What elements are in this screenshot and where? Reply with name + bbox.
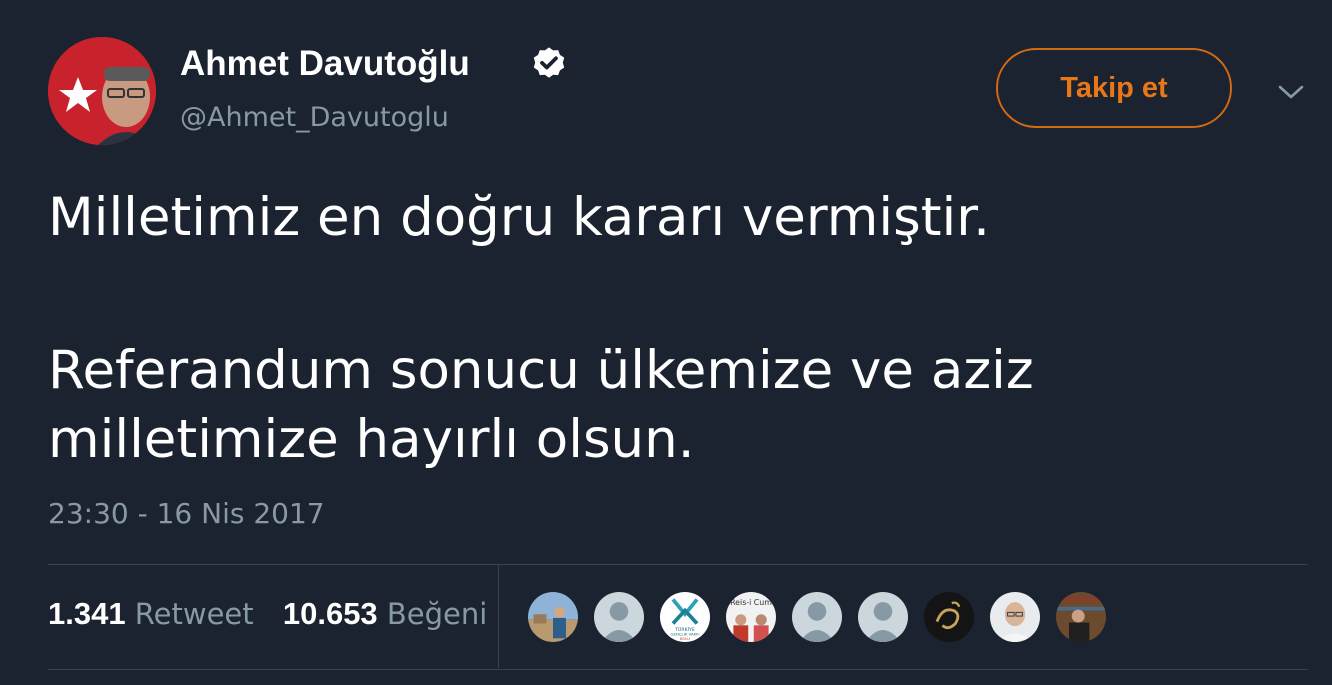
liker-avatar[interactable]: [1054, 590, 1108, 644]
liker-avatar[interactable]: [988, 590, 1042, 644]
default-avatar-icon: [858, 592, 908, 642]
liker-avatar[interactable]: [790, 590, 844, 644]
default-avatar-icon: [792, 592, 842, 642]
author-handle[interactable]: @Ahmet_Davutoglu: [180, 102, 449, 133]
svg-text:GENÇLİK VAKFI: GENÇLİK VAKFI: [670, 632, 699, 637]
default-avatar-icon: [594, 592, 644, 642]
calligraphy-avatar-icon: [924, 592, 974, 642]
tweet-timestamp[interactable]: 23:30 - 16 Nis 2017: [48, 497, 325, 530]
photo-avatar-icon: [990, 592, 1040, 642]
follow-button[interactable]: Takip et: [996, 48, 1232, 128]
photo-avatar-icon: Reis-i Cum: [726, 592, 776, 642]
verified-badge-icon: [533, 47, 565, 78]
tweet-line: Referandum sonucu ülkemize ve aziz: [48, 340, 1034, 401]
liker-avatar[interactable]: Reis-i Cum: [724, 590, 778, 644]
author-name[interactable]: Ahmet Davutoğlu: [180, 44, 470, 84]
divider: [48, 564, 1308, 565]
retweet-count[interactable]: 1.341: [48, 596, 126, 631]
tweet-line: Milletimiz en doğru kararı vermiştir.: [48, 187, 990, 248]
chevron-down-icon[interactable]: [1276, 80, 1306, 104]
retweet-label[interactable]: Retweet: [135, 597, 254, 631]
svg-text:BOLU: BOLU: [680, 637, 690, 641]
liker-avatar[interactable]: [856, 590, 910, 644]
photo-avatar-icon: [1056, 592, 1106, 642]
genclik-vakfi-logo-icon: TÜRKİYE GENÇLİK VAKFI BOLU: [660, 592, 710, 642]
liker-avatar[interactable]: [592, 590, 646, 644]
photo-avatar-icon: [528, 592, 578, 642]
liker-avatar[interactable]: [526, 590, 580, 644]
like-count[interactable]: 10.653: [283, 596, 378, 631]
liker-avatar[interactable]: [922, 590, 976, 644]
tweet-text: Milletimiz en doğru kararı vermiştir. Re…: [48, 183, 1248, 474]
divider: [48, 669, 1308, 670]
tweet-stats: 1.341 Retweet 10.653 Beğeni: [48, 596, 507, 632]
liker-avatars: TÜRKİYE GENÇLİK VAKFI BOLU Reis-i Cum: [526, 590, 1108, 644]
author-avatar[interactable]: [48, 37, 156, 145]
svg-text:Reis-i Cum: Reis-i Cum: [730, 598, 772, 607]
tweet-line: milletimize hayırlı olsun.: [48, 409, 695, 470]
liker-avatar[interactable]: TÜRKİYE GENÇLİK VAKFI BOLU: [658, 590, 712, 644]
like-label[interactable]: Beğeni: [387, 597, 487, 631]
